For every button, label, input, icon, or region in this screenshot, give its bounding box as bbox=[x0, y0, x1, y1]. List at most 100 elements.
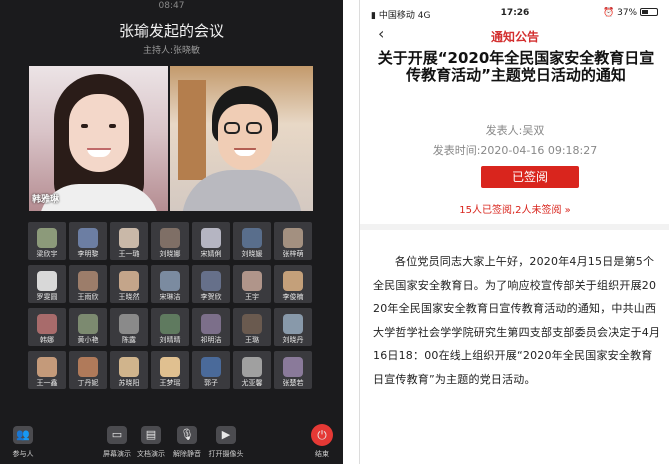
participant-avatar bbox=[242, 314, 262, 334]
notice-title: 关于开展“2020年全民国家安全教育日宣传教育活动”主题党日活动的通知 bbox=[377, 49, 655, 84]
meeting-toolbar: 👥 参与人 ▭ 屏幕演示 ▤ 文档演示 🎙 解除静音 ▶ 打开摄像头 ⏻ 结束 bbox=[0, 420, 343, 464]
participant-name: 刘晓娜 bbox=[159, 250, 181, 258]
participant-tile[interactable]: 刘晓娜 bbox=[151, 222, 189, 260]
participant-avatar bbox=[160, 228, 180, 248]
participant-avatar bbox=[242, 228, 262, 248]
participant-name: 刘晓媛 bbox=[241, 250, 263, 258]
participant-tile[interactable]: 王璐 bbox=[233, 308, 271, 346]
toolbar-button-power[interactable]: ⏻ 结束 bbox=[302, 422, 342, 462]
participant-name: 刘晓丹 bbox=[282, 336, 304, 344]
participant-name: 王梦瑶 bbox=[159, 379, 181, 387]
participant-avatar bbox=[119, 271, 139, 291]
participant-name: 郭子 bbox=[204, 379, 218, 387]
nav-bar: ‹ 通知公告 bbox=[360, 24, 669, 44]
participant-tile[interactable]: 刘晓丹 bbox=[274, 308, 312, 346]
screen-share-icon: ▭ bbox=[107, 426, 127, 444]
toolbar-label: 参与人 bbox=[12, 450, 34, 458]
participant-tile[interactable]: 张楚若 bbox=[274, 351, 312, 389]
participant-avatar bbox=[119, 228, 139, 248]
participant-avatar bbox=[201, 228, 221, 248]
publish-time: 发表时间:2020-04-16 09:18:27 bbox=[432, 144, 598, 157]
participant-avatar bbox=[78, 228, 98, 248]
participant-avatar bbox=[283, 357, 303, 377]
sign-status-link[interactable]: 15人已签阅,2人未签阅 » bbox=[360, 201, 669, 216]
participant-name: 王璐 bbox=[245, 336, 259, 344]
participant-avatar bbox=[283, 228, 303, 248]
participant-tile[interactable]: 李贺欣 bbox=[192, 265, 230, 303]
participant-tile[interactable]: 梁欣宇 bbox=[28, 222, 66, 260]
participant-tile[interactable]: 祁明洁 bbox=[192, 308, 230, 346]
participant-tile[interactable]: 王一璐 bbox=[110, 222, 148, 260]
participant-name: 李俊楠 bbox=[282, 293, 304, 301]
participant-name: 张楚若 bbox=[282, 379, 304, 387]
participant-tile[interactable]: 王雨欣 bbox=[69, 265, 107, 303]
participant-name: 张梓萌 bbox=[282, 250, 304, 258]
status-time: 08:47 bbox=[158, 1, 185, 11]
participant-name: 祁明洁 bbox=[200, 336, 222, 344]
participant-avatar bbox=[283, 271, 303, 291]
participant-name: 苏晓阳 bbox=[118, 379, 140, 387]
participant-avatar bbox=[78, 271, 98, 291]
participant-tile[interactable]: 宋婧俐 bbox=[192, 222, 230, 260]
participant-tile[interactable]: 刘晓媛 bbox=[233, 222, 271, 260]
meeting-title: 张瑜发起的会议 bbox=[118, 22, 224, 40]
battery-icon bbox=[640, 8, 658, 16]
participant-avatar bbox=[242, 357, 262, 377]
participant-tile[interactable]: 苏晓阳 bbox=[110, 351, 148, 389]
battery-percent: 37% bbox=[617, 8, 638, 18]
participant-tile[interactable]: 张梓萌 bbox=[274, 222, 312, 260]
participant-avatar bbox=[37, 357, 57, 377]
participant-tile[interactable]: 王一鑫 bbox=[28, 351, 66, 389]
participant-name: 丁丹妮 bbox=[77, 379, 99, 387]
toolbar-label: 结束 bbox=[315, 450, 329, 458]
participant-name: 尤亚馨 bbox=[241, 379, 263, 387]
participant-avatar bbox=[160, 314, 180, 334]
participant-name: 李贺欣 bbox=[200, 293, 222, 301]
participant-name: 王雨欣 bbox=[77, 293, 99, 301]
toolbar-button-camera-off[interactable]: ▶ 打开摄像头 bbox=[206, 422, 246, 462]
participant-name: 王一鑫 bbox=[36, 379, 58, 387]
participant-tile[interactable]: 陈露 bbox=[110, 308, 148, 346]
participant-name: 王一璐 bbox=[118, 250, 140, 258]
participant-tile[interactable]: 刘晴晴 bbox=[151, 308, 189, 346]
participant-tile[interactable]: 宋琳洁 bbox=[151, 265, 189, 303]
alarm-icon: ⏰ bbox=[603, 8, 615, 18]
participant-tile[interactable]: 王梦瑶 bbox=[151, 351, 189, 389]
participant-name: 陈露 bbox=[122, 336, 136, 344]
camera-off-icon: ▶ bbox=[216, 426, 236, 444]
video-feed-2[interactable] bbox=[170, 66, 313, 211]
publisher: 发表人:吴双 bbox=[485, 124, 545, 137]
participant-avatar bbox=[119, 357, 139, 377]
participant-name: 罗雯圆 bbox=[36, 293, 58, 301]
participant-avatar bbox=[242, 271, 262, 291]
power-icon: ⏻ bbox=[311, 424, 333, 446]
toolbar-button-users[interactable]: 👥 参与人 bbox=[3, 422, 43, 462]
participant-tile[interactable]: 罗雯圆 bbox=[28, 265, 66, 303]
participant-tile[interactable]: 王宇 bbox=[233, 265, 271, 303]
signed-button[interactable]: 已签阅 bbox=[481, 166, 579, 188]
participant-name: 韩娜 bbox=[40, 336, 54, 344]
users-icon: 👥 bbox=[13, 426, 33, 444]
participant-avatar bbox=[201, 314, 221, 334]
participant-avatar bbox=[78, 357, 98, 377]
participant-tile[interactable]: 王晓然 bbox=[110, 265, 148, 303]
participant-avatar bbox=[78, 314, 98, 334]
participant-tile[interactable]: 李俊楠 bbox=[274, 265, 312, 303]
participant-tile[interactable]: 郭子 bbox=[192, 351, 230, 389]
participant-tile[interactable]: 李明黎 bbox=[69, 222, 107, 260]
video-feed-1[interactable]: 韩雅琳 bbox=[29, 66, 168, 211]
participant-tile[interactable]: 丁丹妮 bbox=[69, 351, 107, 389]
participant-name: 梁欣宇 bbox=[36, 250, 58, 258]
participant-tile[interactable]: 韩娜 bbox=[28, 308, 66, 346]
participant-name: 宋婧俐 bbox=[200, 250, 222, 258]
participant-tile[interactable]: 黄小艳 bbox=[69, 308, 107, 346]
document-icon: ▤ bbox=[141, 426, 161, 444]
participant-avatar bbox=[201, 357, 221, 377]
mic-muted-icon: 🎙 bbox=[177, 426, 197, 444]
participant-avatar bbox=[160, 357, 180, 377]
participant-grid: 梁欣宇 李明黎 王一璐 刘晓娜 宋婧俐 刘晓媛 张梓萌罗雯圆 王雨欣 王晓然 宋琳洁 李贺欣 王宇 李俊… bbox=[28, 222, 315, 389]
participant-avatar bbox=[201, 271, 221, 291]
participant-avatar bbox=[160, 271, 180, 291]
participant-tile[interactable]: 尤亚馨 bbox=[233, 351, 271, 389]
notice-body: 各位党员同志大家上午好，2020年4月15日是第5个全民国家安全教育日。为了响应… bbox=[373, 255, 661, 386]
